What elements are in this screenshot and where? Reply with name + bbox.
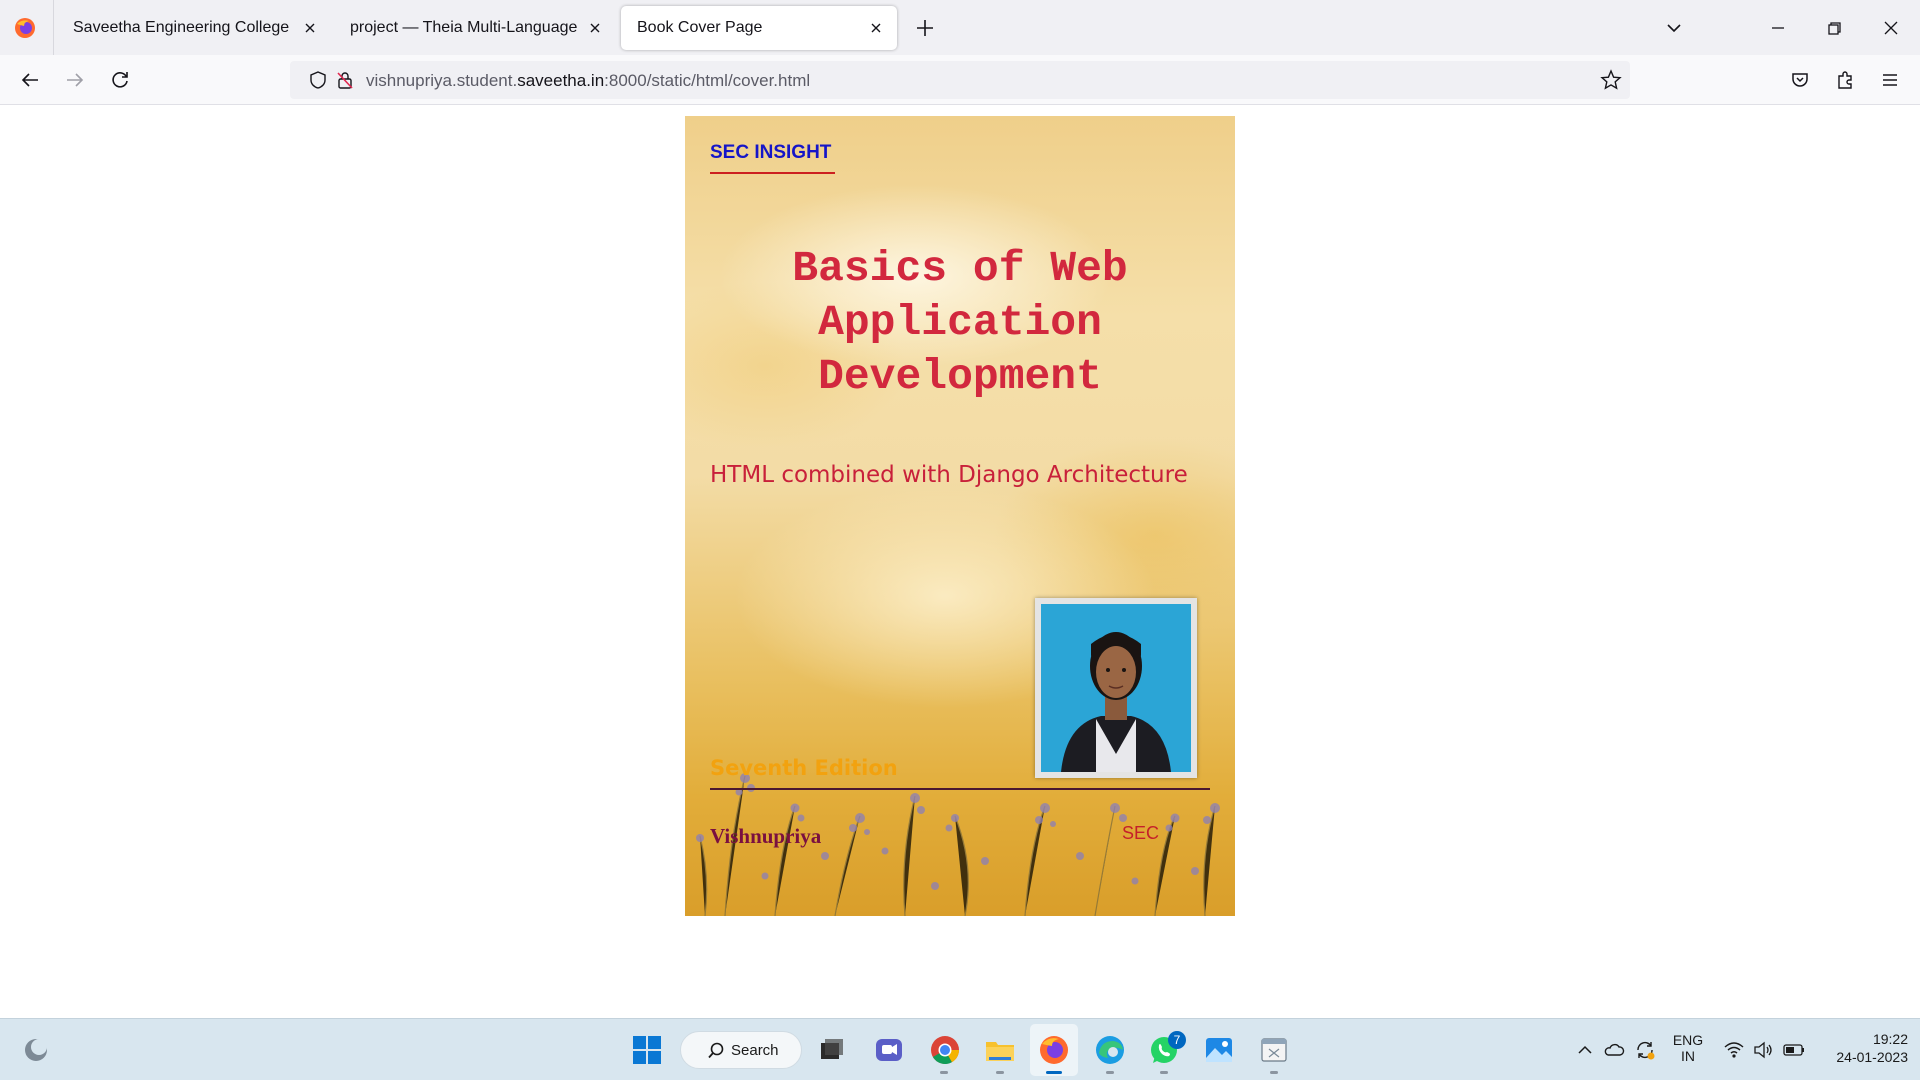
tab-theia-project[interactable]: project — Theia Multi-Language Ex <box>334 6 606 50</box>
clock[interactable]: 19:22 24-01-2023 <box>1818 1031 1908 1065</box>
tab-separator <box>53 0 54 55</box>
battery-icon[interactable] <box>1782 1039 1806 1061</box>
start-menu-icon[interactable] <box>630 1033 664 1067</box>
search-label: Search <box>731 1042 779 1059</box>
book-title: Basics of Web Application Development <box>792 244 1128 401</box>
url-text[interactable]: vishnupriya.student.saveetha.in:8000/sta… <box>366 71 810 91</box>
search-icon <box>708 1042 724 1059</box>
language-code: ENG <box>1672 1032 1704 1048</box>
tab-saveetha[interactable]: Saveetha Engineering College <box>57 6 329 50</box>
onedrive-cloud-icon[interactable] <box>1603 1039 1625 1061</box>
close-icon[interactable] <box>867 19 885 37</box>
publisher-label: SEC <box>1122 823 1160 843</box>
wildflower-background <box>696 773 1220 916</box>
restore-icon[interactable] <box>1822 16 1846 40</box>
pocket-icon[interactable] <box>1788 68 1812 92</box>
chevron-up-icon[interactable] <box>1576 1041 1594 1059</box>
running-indicator <box>996 1071 1004 1074</box>
address-bar[interactable]: vishnupriya.student.saveetha.in:8000/sta… <box>290 61 1630 99</box>
running-indicator <box>1106 1071 1114 1074</box>
tab-title: Saveetha Engineering College <box>73 19 290 36</box>
back-arrow-icon[interactable] <box>18 68 42 92</box>
list-all-tabs-icon[interactable] <box>1662 16 1686 40</box>
author-portrait-image <box>1041 604 1191 772</box>
brand-label: SEC INSIGHT <box>710 142 832 163</box>
edition-label: Seventh Edition <box>710 756 898 780</box>
firefox-taskbar-icon[interactable] <box>1037 1033 1071 1067</box>
task-view-icon[interactable] <box>815 1033 849 1067</box>
minimize-icon[interactable] <box>1766 16 1790 40</box>
brand-underline <box>710 172 835 174</box>
navigation-toolbar: vishnupriya.student.saveetha.in:8000/sta… <box>0 55 1920 105</box>
hamburger-menu-icon[interactable] <box>1878 68 1902 92</box>
clock-time: 19:22 <box>1872 1031 1908 1047</box>
snipping-tool-icon[interactable] <box>1257 1033 1291 1067</box>
extensions-icon[interactable] <box>1833 68 1857 92</box>
tab-title: project — Theia Multi-Language Ex <box>350 19 582 36</box>
weather-widget-icon[interactable] <box>20 1034 52 1066</box>
author-name: Vishnupriya <box>710 824 822 848</box>
book-subtitle: HTML combined with Django Architecture <box>710 462 1188 488</box>
url-suffix: :8000/static/html/cover.html <box>604 71 811 90</box>
volume-icon[interactable] <box>1752 1039 1774 1061</box>
running-indicator <box>940 1071 948 1074</box>
tracking-shield-icon[interactable] <box>308 70 328 90</box>
page-viewport: SEC INSIGHT Basics of Web Application De… <box>0 106 1920 1018</box>
running-indicator <box>1160 1071 1168 1074</box>
bookmark-star-icon[interactable] <box>1600 69 1622 91</box>
running-indicator <box>1270 1071 1278 1074</box>
new-tab-icon[interactable] <box>913 16 937 40</box>
sync-icon[interactable] <box>1634 1039 1656 1061</box>
active-indicator <box>1046 1071 1062 1074</box>
photos-app-icon[interactable] <box>1202 1033 1236 1067</box>
close-icon[interactable] <box>586 19 604 37</box>
taskbar-search[interactable]: Search <box>680 1031 802 1069</box>
tab-book-cover[interactable]: Book Cover Page <box>621 6 897 50</box>
input-language[interactable]: ENG IN <box>1667 1032 1709 1064</box>
edge-icon[interactable] <box>1093 1033 1127 1067</box>
book-cover: SEC INSIGHT Basics of Web Application De… <box>685 116 1235 916</box>
tab-title: Book Cover Page <box>637 19 763 36</box>
url-prefix: vishnupriya.student. <box>366 71 518 90</box>
whatsapp-notification-badge: 7 <box>1168 1031 1186 1049</box>
author-photo <box>1035 598 1197 778</box>
reload-icon[interactable] <box>108 68 132 92</box>
insecure-lock-icon[interactable] <box>335 70 355 90</box>
url-domain: saveetha.in <box>517 71 605 90</box>
windows-taskbar: Search 7 ENG IN 19:22 24-01-2023 <box>0 1018 1920 1080</box>
teams-chat-icon[interactable] <box>872 1033 906 1067</box>
file-explorer-icon[interactable] <box>983 1033 1017 1067</box>
firefox-icon[interactable] <box>14 17 36 39</box>
clock-date: 24-01-2023 <box>1836 1049 1908 1065</box>
tab-strip: Saveetha Engineering College project — T… <box>0 0 1920 55</box>
chrome-icon[interactable] <box>928 1033 962 1067</box>
wifi-icon[interactable] <box>1723 1039 1745 1061</box>
close-window-icon[interactable] <box>1879 16 1903 40</box>
close-icon[interactable] <box>301 19 319 37</box>
region-code: IN <box>1681 1048 1695 1064</box>
forward-arrow-icon[interactable] <box>63 68 87 92</box>
edition-divider <box>710 788 1210 790</box>
